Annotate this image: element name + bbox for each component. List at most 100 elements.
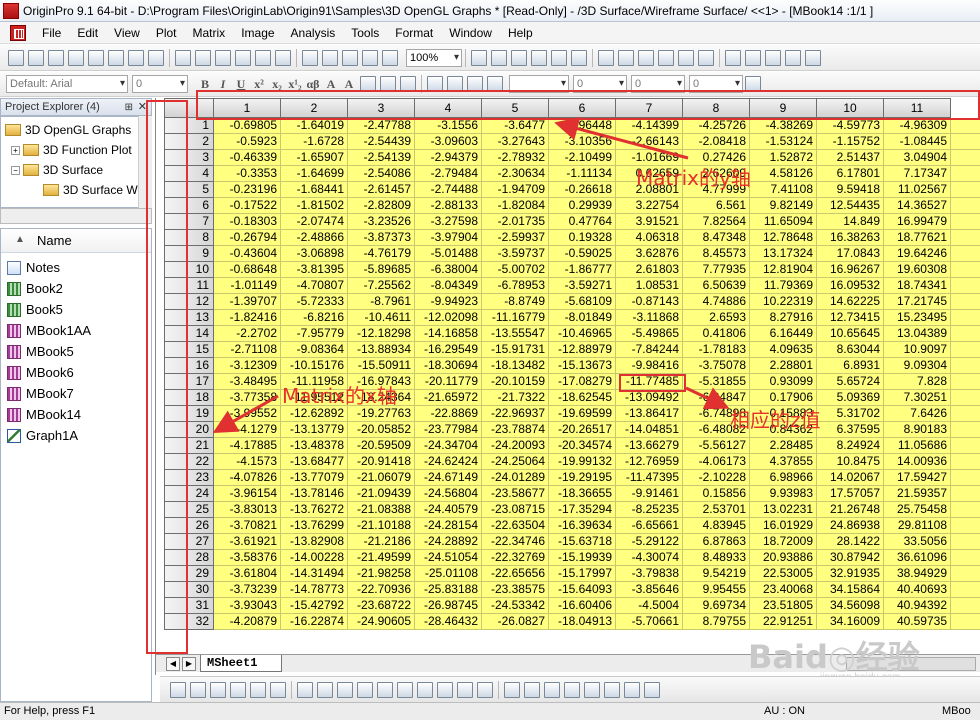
code-builder-icon[interactable] [658,49,674,66]
matrix-cell[interactable]: 8.79755 [683,614,750,630]
matrix-cell[interactable]: -2.82809 [348,198,415,214]
matrix-cell[interactable]: 17.21745 [884,294,951,310]
matrix-cell[interactable]: -3.96154 [214,486,281,502]
matrix-cell[interactable]: -22.96937 [482,406,549,422]
matrix-cell[interactable]: 22.53005 [750,566,817,582]
matrix-cell[interactable]: -23.38575 [482,582,549,598]
matrix-cell[interactable]: -21.65972 [415,390,482,406]
matrix-cell[interactable]: -20.11779 [415,374,482,390]
3d-scatter-icon[interactable] [210,681,226,698]
matrix-cell[interactable]: -1.08445 [884,134,951,150]
custom-routine-icon[interactable] [511,49,527,66]
matrix-cell[interactable]: 11.79369 [750,278,817,294]
matrix-cell[interactable]: -1.78183 [683,342,750,358]
matrix-cell[interactable]: -5.29122 [616,534,683,550]
new-folder-icon[interactable] [698,49,714,66]
matrix-cell[interactable]: -0.87143 [616,294,683,310]
matrix-cell[interactable]: -8.01849 [549,310,616,326]
import-icon[interactable] [302,49,318,66]
matrix-cell[interactable]: 9.93983 [750,486,817,502]
matrix-cell[interactable]: -2.08418 [683,134,750,150]
matrix-cell[interactable]: -12.76959 [616,454,683,470]
matrix-cell[interactable]: -12.88979 [549,342,616,358]
print-icon[interactable] [471,49,487,66]
matrix-cell[interactable]: -1.82084 [482,198,549,214]
matrix-cell[interactable]: -20.91418 [348,454,415,470]
project-explorer-icon[interactable] [598,49,614,66]
matrix-cell[interactable]: -13.48378 [281,438,348,454]
matrix-cell[interactable]: -13.88934 [348,342,415,358]
matrix-cell[interactable]: 40.59735 [884,614,951,630]
new-layout-icon[interactable] [128,49,144,66]
matrix-cell[interactable]: -2.10228 [683,470,750,486]
matrix-cell[interactable]: -22.32769 [482,550,549,566]
matrix-cell[interactable]: 0.93099 [750,374,817,390]
matrix-cell[interactable]: -1.81502 [281,198,348,214]
matrix-cell[interactable]: 22.91251 [750,614,817,630]
list-item-mbook1aa[interactable]: MBook1AA [7,320,91,341]
matrix-cell[interactable]: 29.81108 [884,518,951,534]
matrix-cell[interactable]: -2.54439 [348,134,415,150]
tree-item-3d-function-plot[interactable]: + 3D Function Plot [11,140,132,160]
matrix-cell[interactable]: -5.89685 [348,262,415,278]
matrix-cell[interactable]: -19.69599 [549,406,616,422]
matrix-cell[interactable]: 17.0843 [817,246,884,262]
matrix-cell[interactable]: -15.19939 [549,550,616,566]
list-item-book5[interactable]: Book5 [7,299,63,320]
matrix-cell[interactable]: -0.26794 [214,230,281,246]
matrix-cell[interactable]: -4.07826 [214,470,281,486]
matrix-cell[interactable]: 9.09304 [884,358,951,374]
matrix-cell[interactable]: 8.27916 [750,310,817,326]
new-project-icon[interactable] [8,49,24,66]
matrix-cell[interactable]: 7.17347 [884,166,951,182]
matrix-cell[interactable]: -21.98258 [348,566,415,582]
matrix-cell[interactable]: 6.17801 [817,166,884,182]
matrix-cell[interactable]: 9.54219 [683,566,750,582]
matrix-cell[interactable]: 2.28801 [750,358,817,374]
matrix-cell[interactable]: 8.90183 [884,422,951,438]
matrix-cell[interactable]: 4.74886 [683,294,750,310]
matrix-cell[interactable]: -24.20093 [482,438,549,454]
matrix-cell[interactable]: 7.82564 [683,214,750,230]
matrix-cell[interactable]: 1.08531 [616,278,683,294]
matrix-cell[interactable]: 14.02067 [817,470,884,486]
matrix-cell[interactable]: -3.77358 [214,390,281,406]
matrix-cell[interactable]: 2.6593 [683,310,750,326]
refresh-window-icon[interactable] [571,49,587,66]
matrix-cell[interactable]: 28.1422 [817,534,884,550]
matrix-cell[interactable]: -15.50911 [348,358,415,374]
matrix-cell[interactable]: 4.37855 [750,454,817,470]
script-window-icon[interactable] [638,49,654,66]
new-workbook-icon[interactable] [28,49,44,66]
matrix-cell[interactable]: -5.01488 [415,246,482,262]
stack-icon[interactable] [544,681,560,698]
tree-item-3d-opengl-graphs[interactable]: 3D OpenGL Graphs [5,120,131,140]
matrix-cell[interactable]: -22.8869 [415,406,482,422]
matrix-cell[interactable]: -3.59271 [549,278,616,294]
matrix-cell[interactable]: -15.42792 [281,598,348,614]
statistics-icon[interactable] [765,49,781,66]
vector-icon[interactable] [624,681,640,698]
matrix-cell[interactable]: 9.69734 [683,598,750,614]
matrix-cell[interactable]: -24.90605 [348,614,415,630]
matrix-cell[interactable]: -1.82416 [214,310,281,326]
matrix-cell[interactable]: -8.25235 [616,502,683,518]
matrix-cell[interactable]: -5.56127 [683,438,750,454]
matrix-cell[interactable]: -16.29549 [415,342,482,358]
matrix-cell[interactable]: 2.61803 [616,262,683,278]
matrix-cell[interactable]: 4.06318 [616,230,683,246]
matrix-cell[interactable]: -13.66279 [616,438,683,454]
matrix-cell[interactable]: 11.05686 [884,438,951,454]
matrix-cell[interactable]: -2.10499 [549,150,616,166]
matrix-cell[interactable]: -24.28154 [415,518,482,534]
matrix-cell[interactable]: -1.15752 [817,134,884,150]
matrix-cell[interactable]: 6.8931 [817,358,884,374]
matrix-cell[interactable]: -8.8749 [482,294,549,310]
matrix-cell[interactable]: 14.849 [817,214,884,230]
matrix-cell[interactable]: 34.16009 [817,614,884,630]
export-icon[interactable] [531,49,547,66]
matrix-cell[interactable]: -20.26517 [549,422,616,438]
area-plot-icon[interactable] [397,681,413,698]
matrix-cell[interactable]: -13.55547 [482,326,549,342]
matrix-cell[interactable]: -19.29195 [549,470,616,486]
